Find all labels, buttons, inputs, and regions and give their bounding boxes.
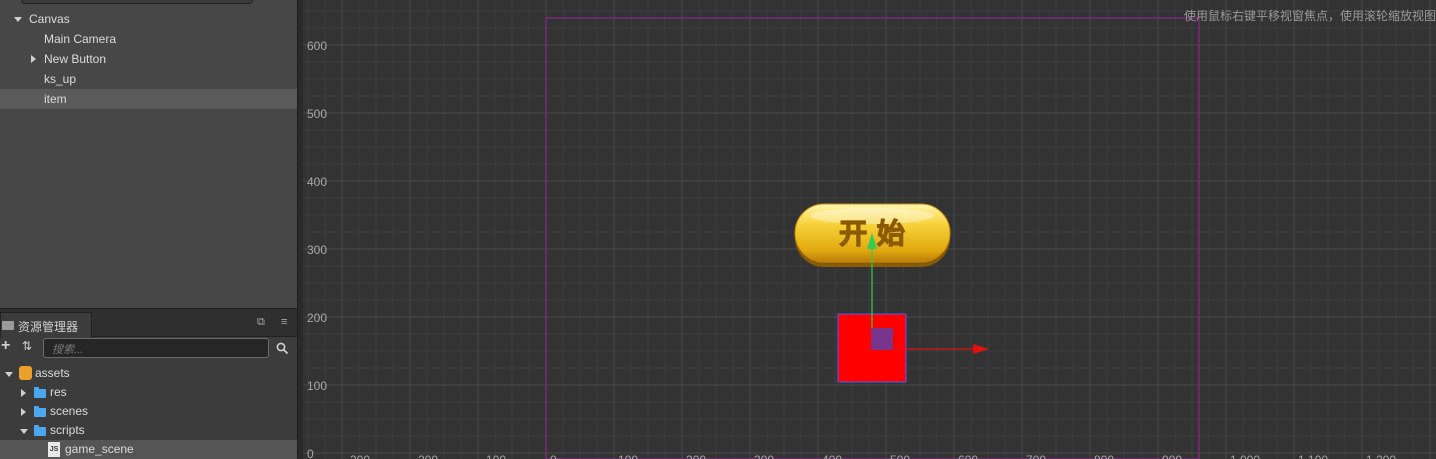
asset-item-scenes[interactable]: scenes: [0, 402, 297, 421]
asset-item-label: scenes: [50, 404, 89, 418]
x-tick-label: 1,000: [1230, 453, 1260, 459]
x-tick-label: 400: [822, 453, 842, 459]
x-tick-label: 900: [1162, 453, 1182, 459]
folder-icon: [2, 321, 14, 330]
assets-panel-title: 资源管理器: [18, 320, 79, 334]
scene-view[interactable]: 600 500 400 300 200 100 0 -300 -200 -100 0 100 200 3…: [303, 0, 1436, 459]
y-tick-label: 0: [307, 447, 314, 459]
js-file-icon: JS: [48, 442, 60, 457]
x-tick-label: 800: [1094, 453, 1114, 459]
tree-item-new-button[interactable]: New Button: [0, 49, 297, 69]
x-tick-label: 1,200: [1366, 453, 1396, 459]
x-axis-labels: -300 -200 -100 0 100 200 300 400 500 600 700 800 900…: [346, 453, 1396, 459]
tree-item-label: item: [44, 92, 67, 106]
x-tick-label: 300: [754, 453, 774, 459]
tree-item-canvas[interactable]: Canvas: [0, 9, 297, 29]
tree-item-ks-up[interactable]: ks_up: [0, 69, 297, 89]
x-tick-label: 1,100: [1298, 453, 1328, 459]
chevron-down-icon[interactable]: [5, 372, 13, 377]
y-axis-labels: 600 500 400 300 200 100 0: [307, 39, 327, 459]
popout-icon[interactable]: ⧉: [257, 317, 266, 328]
hierarchy-search-input[interactable]: [21, 0, 253, 4]
asset-item-game-scene[interactable]: JS game_scene: [0, 440, 297, 459]
asset-item-label: game_scene: [65, 442, 134, 456]
gizmo-x-arrow-icon[interactable]: [973, 344, 989, 354]
tree-item-main-camera[interactable]: Main Camera: [0, 29, 297, 49]
tree-item-label: Main Camera: [44, 32, 117, 46]
x-tick-label: 600: [958, 453, 978, 459]
scene-canvas[interactable]: 600 500 400 300 200 100 0 -300 -200 -100 0 100 200 3…: [303, 0, 1436, 459]
gizmo-center-handle[interactable]: [871, 328, 893, 350]
assets-panel: 资源管理器 ⧉ ≡ + ⇅ 搜索... assets res scenes sc…: [0, 308, 297, 459]
scene-hint-text: 使用鼠标右键平移视窗焦点，使用滚轮缩放视图: [1183, 9, 1436, 23]
folder-icon: [34, 406, 46, 417]
x-tick-label: 0: [550, 453, 557, 459]
x-tick-label: -100: [482, 453, 506, 459]
asset-item-label: scripts: [50, 423, 85, 437]
folder-icon: [34, 425, 46, 436]
asset-item-label: assets: [35, 366, 70, 380]
search-icon[interactable]: [276, 342, 289, 355]
chevron-right-icon[interactable]: [31, 55, 36, 63]
tree-item-label: ks_up: [44, 72, 77, 86]
chevron-right-icon[interactable]: [21, 389, 26, 397]
assets-search-input[interactable]: 搜索...: [43, 338, 269, 358]
y-tick-label: 400: [307, 175, 327, 189]
x-tick-label: 500: [890, 453, 910, 459]
assets-toolbar: + ⇅ 搜索...: [0, 336, 297, 360]
asset-item-scripts[interactable]: scripts: [0, 421, 297, 440]
y-tick-label: 100: [307, 379, 327, 393]
hierarchy-panel: Canvas Main Camera New Button ks_up item: [0, 0, 297, 308]
x-tick-label: 700: [1026, 453, 1046, 459]
tree-item-item[interactable]: item: [0, 89, 297, 109]
search-placeholder: 搜索...: [52, 344, 84, 356]
asset-item-assets[interactable]: assets: [0, 364, 297, 383]
menu-icon[interactable]: ≡: [281, 317, 290, 328]
x-tick-label: -200: [414, 453, 438, 459]
assets-panel-header: 资源管理器 ⧉ ≡: [0, 308, 297, 338]
tree-item-label: New Button: [44, 52, 107, 66]
add-icon[interactable]: +: [1, 337, 10, 355]
y-tick-label: 300: [307, 243, 327, 257]
chevron-down-icon[interactable]: [14, 17, 22, 22]
y-tick-label: 200: [307, 311, 327, 325]
folder-icon: [34, 387, 46, 398]
y-tick-label: 600: [307, 39, 327, 53]
x-tick-label: -300: [346, 453, 370, 459]
asset-item-res[interactable]: res: [0, 383, 297, 402]
asset-item-label: res: [50, 385, 67, 399]
tab-assets[interactable]: 资源管理器: [0, 312, 92, 338]
y-tick-label: 500: [307, 107, 327, 121]
x-tick-label: 100: [618, 453, 638, 459]
chevron-down-icon[interactable]: [20, 429, 28, 434]
sort-icon[interactable]: ⇅: [22, 339, 32, 353]
chevron-right-icon[interactable]: [21, 408, 26, 416]
tree-item-label: Canvas: [29, 12, 70, 26]
assets-root-icon: [19, 366, 32, 380]
x-tick-label: 200: [686, 453, 706, 459]
